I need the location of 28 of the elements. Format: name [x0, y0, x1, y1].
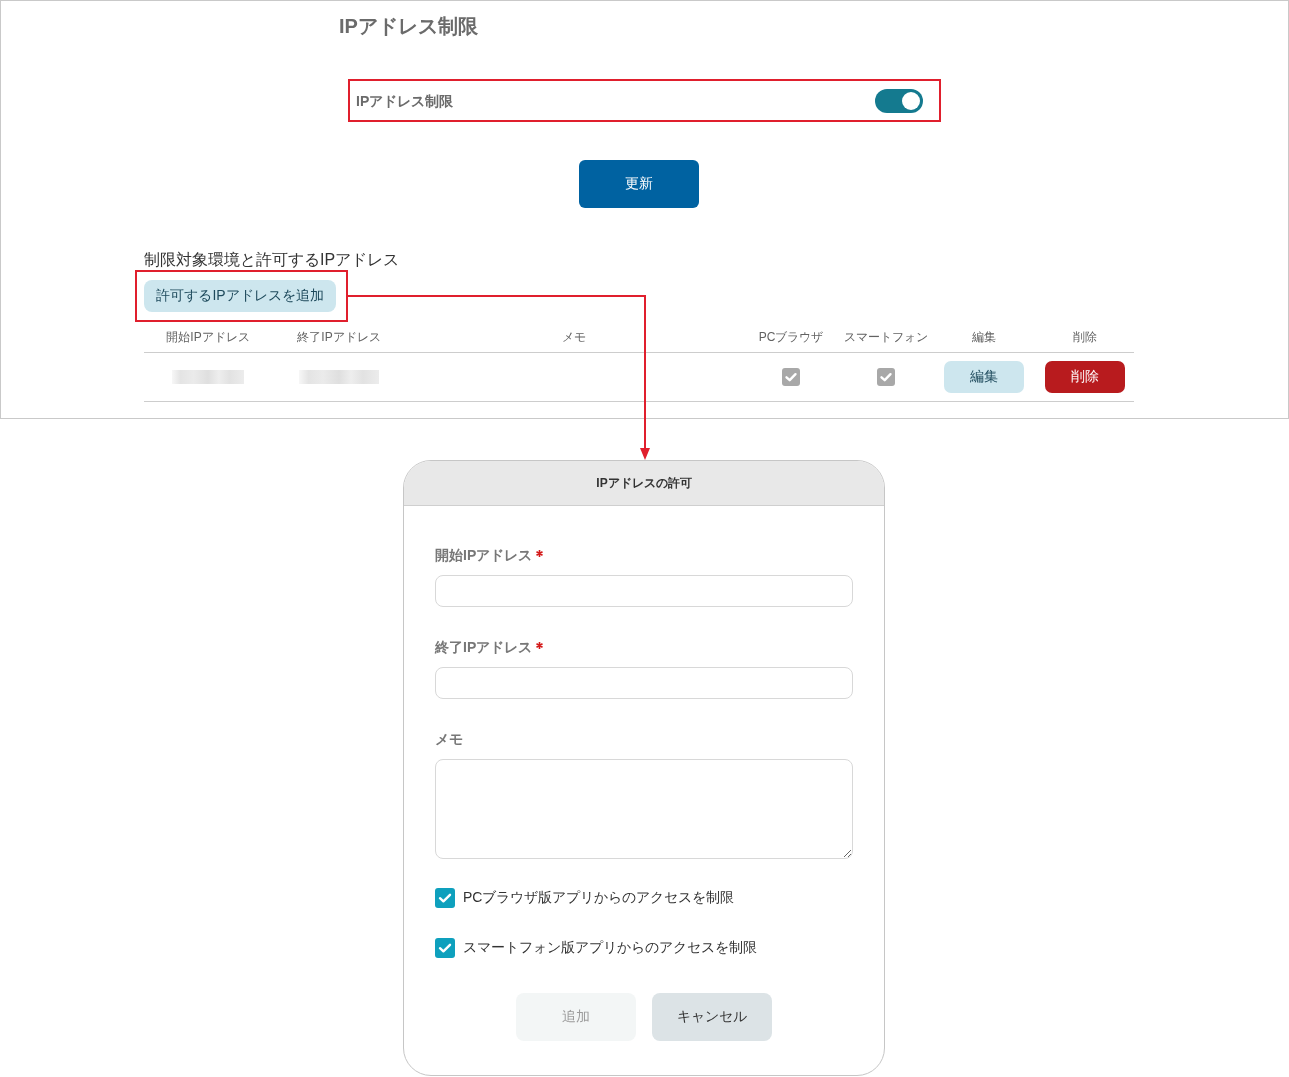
checkbox[interactable]: [435, 938, 455, 958]
update-button[interactable]: 更新: [579, 160, 699, 208]
input-field[interactable]: [435, 667, 853, 699]
column-header: 終了IPアドレス: [297, 330, 381, 344]
section-title: 制限対象環境と許可するIPアドレス: [144, 250, 400, 270]
toggle-label: IPアドレス制限: [356, 91, 454, 110]
input-field[interactable]: [435, 575, 853, 607]
checkbox-label: PCブラウザ版アプリからのアクセスを制限: [463, 889, 735, 907]
field-label: 終了IPアドレス: [435, 639, 533, 657]
toggle-switch[interactable]: [875, 88, 923, 113]
edit-button[interactable]: 編集: [944, 361, 1024, 393]
dialog-button[interactable]: キャンセル: [652, 993, 772, 1041]
column-header: 開始IPアドレス: [166, 330, 250, 344]
textarea-field[interactable]: [435, 759, 853, 859]
redacted-text: [172, 370, 244, 384]
column-header: メモ: [562, 330, 586, 344]
dialog-title: IPアドレスの許可: [596, 474, 692, 492]
page-title: IPアドレス制限: [339, 14, 478, 38]
field-label: 開始IPアドレス: [435, 547, 533, 565]
field-label: メモ: [435, 731, 463, 749]
column-header: 編集: [972, 330, 996, 344]
column-header: スマートフォン: [844, 330, 928, 344]
add-ip-button[interactable]: 許可するIPアドレスを追加: [144, 280, 336, 312]
delete-button[interactable]: 削除: [1045, 361, 1125, 393]
column-header: PCブラウザ: [758, 330, 824, 344]
checkbox[interactable]: [435, 888, 455, 908]
column-header: 削除: [1073, 330, 1097, 344]
checkbox-label: スマートフォン版アプリからのアクセスを制限: [463, 939, 757, 957]
